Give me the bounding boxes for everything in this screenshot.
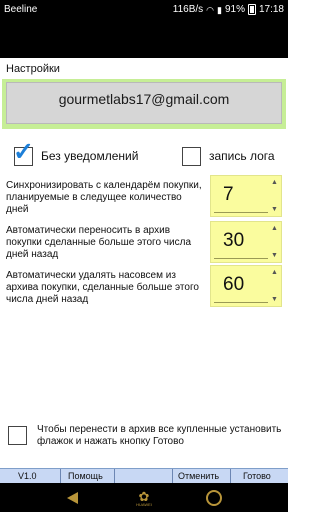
delete-days-value[interactable]: 60	[223, 274, 244, 296]
no-notifications-option[interactable]: ✓ Без уведомлений	[13, 139, 139, 166]
divider	[114, 469, 115, 484]
wifi-icon: ◠	[206, 4, 214, 15]
archive-all-option[interactable]: Чтобы перенести в архив все купленные ус…	[8, 424, 284, 448]
increment-icon[interactable]: ▲	[271, 179, 278, 186]
clock: 17:18	[258, 4, 284, 15]
page-title: Настройки	[6, 63, 60, 75]
archive-all-checkbox[interactable]	[8, 426, 27, 445]
archive-all-label: Чтобы перенести в архив все купленные ус…	[37, 424, 282, 447]
increment-icon[interactable]: ▲	[271, 225, 278, 232]
decrement-icon[interactable]: ▼	[271, 296, 278, 303]
signal-icon: ▮	[217, 4, 222, 15]
auto-delete-label: Автоматически удалять насовсем из архива…	[6, 270, 199, 305]
checkmark-icon: ✓	[13, 137, 34, 166]
brand-logo: HUAWEI	[136, 502, 152, 507]
log-recording-label: запись лога	[209, 149, 275, 163]
decrement-icon[interactable]: ▼	[271, 206, 278, 213]
sync-calendar-label: Синхронизировать с календарём покупки, п…	[6, 180, 202, 215]
archive-days-value[interactable]: 30	[223, 230, 244, 252]
network-speed: 116B/s	[172, 4, 204, 15]
decrement-icon[interactable]: ▼	[271, 252, 278, 259]
delete-days-stepper[interactable]: 60 ▲ ▼	[210, 265, 282, 307]
bottom-action-bar: V1.0 Помощь Отменить Готово	[0, 468, 288, 484]
back-icon[interactable]	[67, 492, 78, 504]
account-button[interactable]: gourmetlabs17@gmail.com	[6, 82, 282, 124]
help-button[interactable]: Помощь	[68, 471, 103, 481]
version-label: V1.0	[18, 471, 37, 481]
battery-percent: 91%	[224, 4, 245, 15]
no-notifications-label: Без уведомлений	[41, 149, 139, 163]
app-bar	[0, 20, 288, 58]
divider	[172, 469, 173, 484]
battery-icon	[247, 4, 256, 15]
cancel-button[interactable]: Отменить	[178, 471, 219, 481]
sync-days-value[interactable]: 7	[223, 184, 234, 206]
account-frame: gourmetlabs17@gmail.com	[2, 79, 286, 129]
navigation-bar: ✿ HUAWEI	[0, 483, 288, 512]
done-button[interactable]: Готово	[243, 471, 271, 481]
archive-days-stepper[interactable]: 30 ▲ ▼	[210, 221, 282, 263]
increment-icon[interactable]: ▲	[271, 269, 278, 276]
status-bar: Beeline 116B/s ◠ ▮ 91% 17:18	[0, 0, 288, 20]
auto-archive-label: Автоматически переносить в архив покупки…	[6, 225, 191, 260]
sync-days-stepper[interactable]: 7 ▲ ▼	[210, 175, 282, 217]
log-recording-option[interactable]: запись лога	[182, 146, 275, 166]
divider	[60, 469, 61, 484]
home-icon[interactable]: ✿ HUAWEI	[130, 489, 158, 507]
carrier-name: Beeline	[4, 4, 38, 15]
recent-apps-icon[interactable]	[206, 490, 222, 506]
log-recording-checkbox[interactable]	[182, 146, 201, 166]
divider	[230, 469, 231, 484]
no-notifications-checkbox[interactable]: ✓	[13, 139, 34, 166]
